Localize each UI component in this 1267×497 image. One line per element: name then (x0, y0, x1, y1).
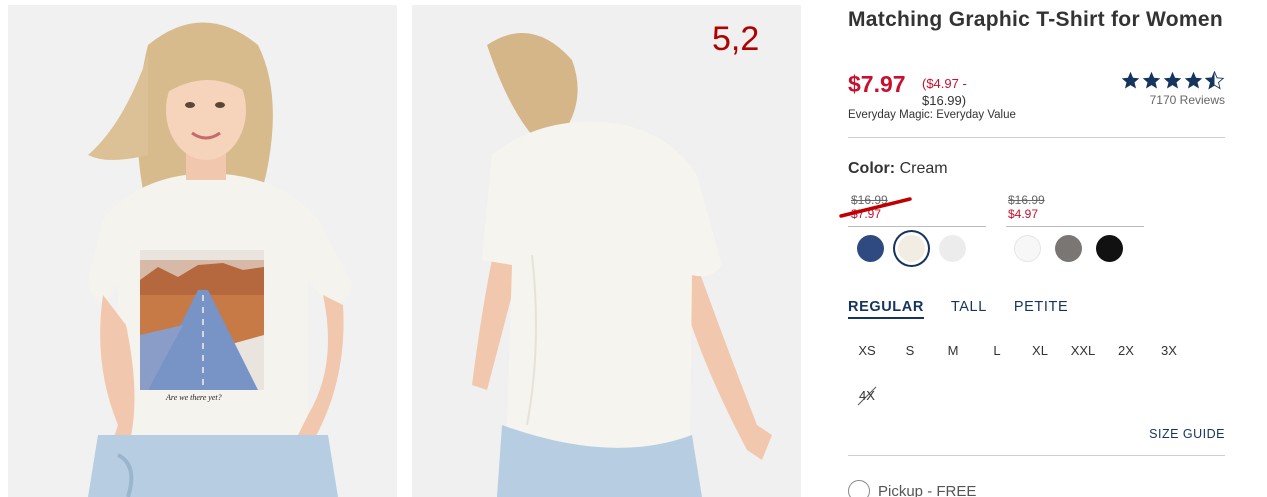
product-title: Matching Graphic T-Shirt for Women (848, 8, 1223, 31)
star-icon (1163, 71, 1182, 89)
star-icon (1142, 71, 1161, 89)
size-xxl[interactable]: XXL (1068, 343, 1098, 358)
tab-regular[interactable]: REGULAR (848, 299, 924, 319)
divider (848, 455, 1225, 456)
price-range-high: $16.99) (922, 93, 967, 108)
swatch-light-gray[interactable] (939, 235, 966, 262)
group-price: $4.97 (1008, 207, 1039, 221)
star-icon (1121, 71, 1140, 89)
star-icon (1184, 71, 1203, 89)
swatch-cream[interactable] (898, 235, 925, 262)
price-range: ($4.97 - $16.99) (922, 75, 967, 109)
pickup-radio[interactable] (848, 480, 870, 497)
size-xs[interactable]: XS (852, 343, 882, 358)
review-count-link[interactable]: 7170 Reviews (1120, 93, 1225, 107)
size-2x[interactable]: 2X (1111, 343, 1141, 358)
swatch-navy[interactable] (857, 235, 884, 262)
product-photo-front[interactable]: Are we there yet? (8, 5, 397, 497)
value-tagline: Everyday Magic: Everyday Value (848, 109, 1016, 121)
red-strike-annotation-icon (839, 197, 912, 218)
size-s[interactable]: S (895, 343, 925, 358)
tab-tall[interactable]: TALL (951, 299, 987, 319)
price-annotation: 5,2 (712, 20, 760, 58)
selected-color: Color: Cream (848, 160, 948, 178)
rating-summary[interactable]: 7170 Reviews (1120, 70, 1225, 107)
size-3x[interactable]: 3X (1154, 343, 1184, 358)
star-half-icon (1204, 70, 1225, 90)
color-value: Cream (899, 160, 948, 177)
tab-petite[interactable]: PETITE (1014, 299, 1068, 319)
fit-tabs: REGULAR TALL PETITE (848, 299, 1068, 319)
product-photo-back[interactable] (412, 5, 801, 497)
size-guide-link[interactable]: SIZE GUIDE (1145, 427, 1225, 441)
size-l[interactable]: L (982, 343, 1012, 358)
sale-price: $7.97 (848, 71, 906, 97)
pickup-label: Pickup - FREE (878, 482, 977, 497)
swatch-black[interactable] (1096, 235, 1123, 262)
pickup-option[interactable]: Pickup - FREE (848, 480, 976, 497)
graphic-caption: Are we there yet? (165, 393, 222, 402)
size-xl[interactable]: XL (1025, 343, 1055, 358)
swatch-heather-gray[interactable] (1055, 235, 1082, 262)
size-4x-label: 4X (859, 388, 875, 403)
swatch-group-price: $16.99 $4.97 (1008, 193, 1045, 221)
price-range-low: ($4.97 - (922, 76, 967, 91)
size-4x-unavailable[interactable]: 4X (852, 383, 882, 409)
swatch-white[interactable] (1014, 235, 1041, 262)
old-price: $16.99 (1008, 193, 1045, 207)
group-divider (848, 226, 986, 227)
star-rating (1120, 70, 1225, 91)
size-m[interactable]: M (938, 343, 968, 358)
color-label: Color: (848, 160, 896, 177)
divider (848, 137, 1225, 138)
group-divider (1006, 226, 1144, 227)
